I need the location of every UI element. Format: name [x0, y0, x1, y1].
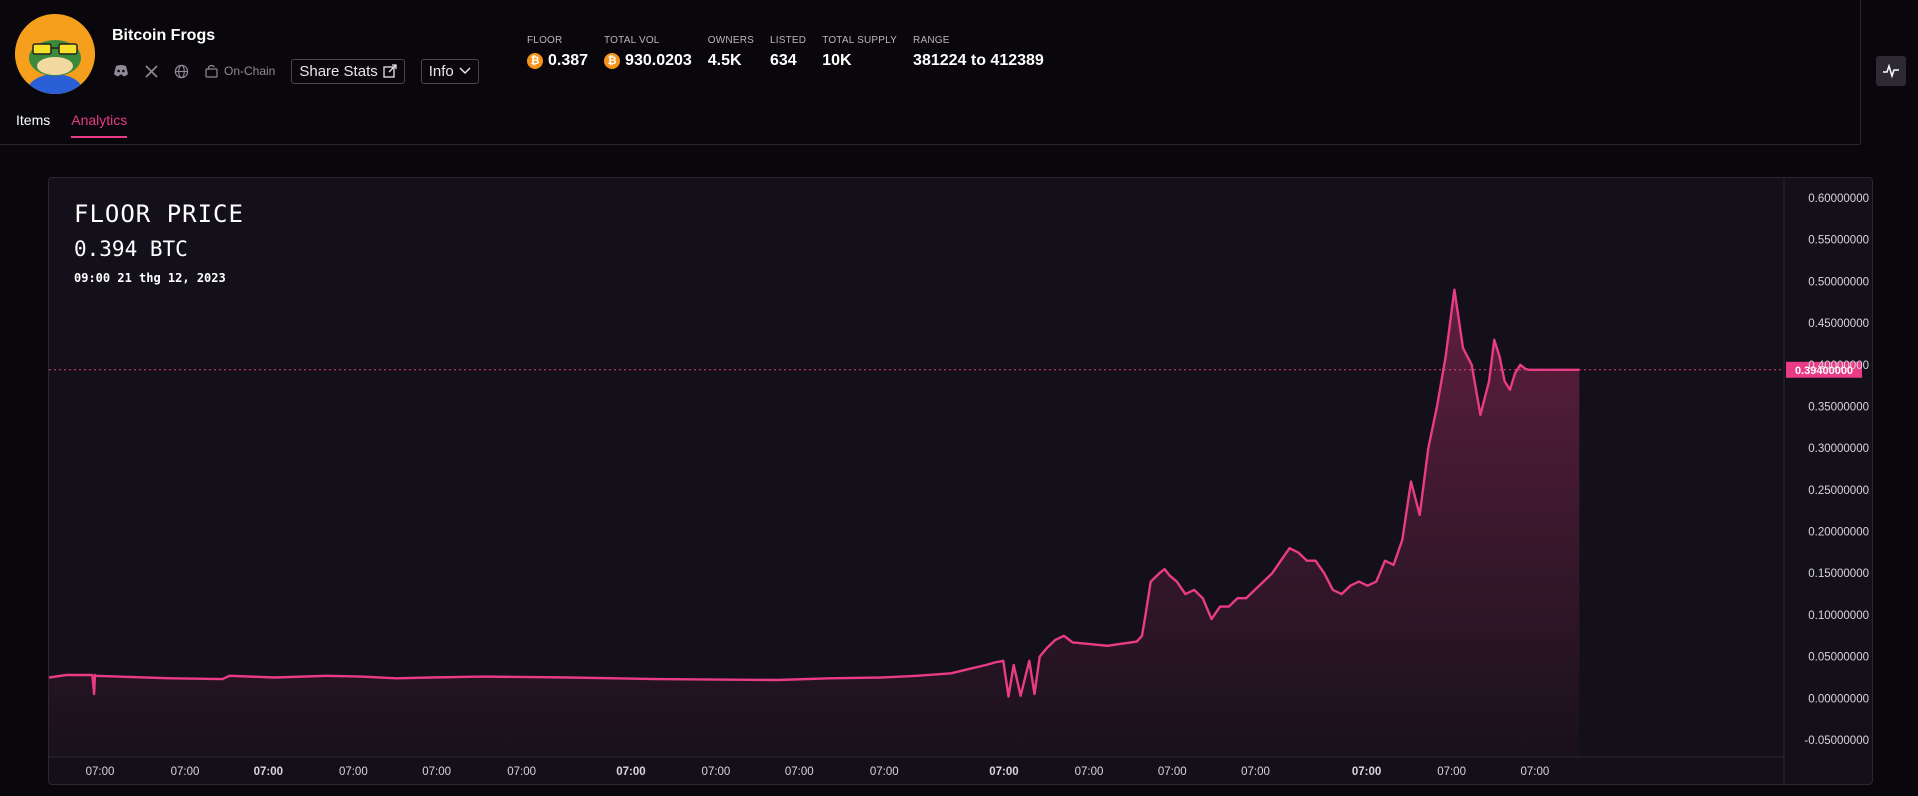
- stat-label: TOTAL VOL: [604, 35, 660, 46]
- discord-icon[interactable]: [112, 62, 130, 80]
- y-tick-label: 0.30000000: [1808, 443, 1869, 455]
- share-stats-label: Share Stats: [299, 62, 378, 80]
- onchain-icon: [202, 62, 220, 80]
- stat-value: 381224 to 412389: [913, 52, 1044, 70]
- collection-header: Bitcoin Frogs On-Chain Share Stats Info …: [0, 0, 1860, 144]
- stat-value-text: 10K: [822, 52, 852, 69]
- x-tick-label: 07:00: [1437, 766, 1466, 778]
- y-tick-label: 0.20000000: [1808, 527, 1869, 539]
- activity-pulse-icon: [1883, 64, 1899, 78]
- x-tick-label: 07:00: [702, 766, 731, 778]
- stat-floor: FLOOR ₿ 0.387: [527, 35, 588, 70]
- x-tick-label: 07:00: [1520, 766, 1549, 778]
- chart-header: FLOOR PRICE 0.394 BTC 09:00 21 thg 12, 2…: [74, 200, 244, 285]
- y-tick-label: 0.05000000: [1808, 652, 1869, 664]
- stat-total-vol: TOTAL VOL ₿ 930.0203: [604, 35, 692, 70]
- y-tick-label: -0.05000000: [1804, 735, 1869, 747]
- x-twitter-icon[interactable]: [142, 62, 160, 80]
- stat-value-text: 930.0203: [625, 52, 692, 69]
- header-divider: [0, 144, 1860, 145]
- y-tick-label: 0.00000000: [1808, 693, 1869, 705]
- x-tick-label: 07:00: [1158, 766, 1187, 778]
- stat-value: 634: [770, 52, 806, 70]
- stat-listed: LISTED 634: [770, 35, 806, 70]
- stat-value: 4.5K: [708, 52, 754, 70]
- collection-links: On-Chain Share Stats Info: [112, 58, 495, 84]
- chevron-down-icon: [459, 67, 471, 75]
- y-tick-label: 0.35000000: [1808, 401, 1869, 413]
- y-tick-label: 0.25000000: [1808, 485, 1869, 497]
- y-tick-label: 0.15000000: [1808, 568, 1869, 580]
- bitcoin-icon: ₿: [527, 53, 543, 69]
- x-tick-label: 07:00: [989, 766, 1018, 778]
- chart-current-value: 0.394 BTC: [74, 237, 188, 261]
- x-tick-label: 07:00: [1241, 766, 1270, 778]
- stat-value-text: 4.5K: [707, 52, 742, 69]
- sidebar-divider: [1860, 0, 1861, 144]
- tab-items[interactable]: Items: [16, 112, 50, 138]
- stat-label: FLOOR: [527, 35, 563, 46]
- stat-value: 10K: [822, 52, 897, 70]
- globe-icon[interactable]: [172, 62, 190, 80]
- info-dropdown-button[interactable]: Info: [420, 58, 479, 84]
- share-stats-button[interactable]: Share Stats: [291, 58, 405, 84]
- x-tick-label: 07:00: [171, 766, 200, 778]
- stat-range: RANGE 381224 to 412389: [913, 35, 1044, 70]
- y-tick-label: 0.55000000: [1808, 235, 1869, 247]
- stat-owners: OWNERS 4.5K: [708, 35, 754, 70]
- y-tick-label: 0.60000000: [1808, 193, 1869, 205]
- x-tick-label: 07:00: [870, 766, 899, 778]
- frog-logo-icon: [15, 14, 95, 94]
- stat-label: OWNERS: [707, 35, 754, 46]
- chart-title: FLOOR PRICE: [74, 200, 244, 228]
- onchain-label: On-Chain: [224, 64, 276, 78]
- stat-value: ₿ 0.387: [527, 52, 588, 70]
- x-tick-label: 07:00: [1075, 766, 1104, 778]
- x-tick-label: 07:00: [339, 766, 368, 778]
- share-icon: [383, 64, 397, 78]
- x-tick-label: 07:00: [422, 766, 451, 778]
- collection-name: Bitcoin Frogs: [112, 27, 216, 44]
- info-label: Info: [428, 62, 454, 80]
- x-tick-label: 07:00: [616, 766, 645, 778]
- stat-total-supply: TOTAL SUPPLY 10K: [822, 35, 897, 70]
- series-area: [49, 289, 1580, 757]
- bitcoin-icon: ₿: [604, 53, 621, 69]
- y-tick-label: 0.40000000: [1808, 360, 1869, 372]
- stat-value-text: 634: [769, 52, 797, 69]
- activity-toggle-button[interactable]: [1876, 56, 1906, 86]
- chart-canvas[interactable]: 0.394000000.600000000.550000000.50000000…: [49, 178, 1872, 784]
- stat-label: LISTED: [769, 35, 807, 46]
- x-tick-label: 07:00: [785, 766, 814, 778]
- y-tick-label: 0.50000000: [1808, 276, 1869, 288]
- onchain-badge: On-Chain: [202, 62, 275, 80]
- tab-analytics[interactable]: Analytics: [71, 112, 128, 138]
- stat-value-text: 0.387: [548, 52, 589, 69]
- collection-avatar: [15, 14, 95, 94]
- x-tick-label: 07:00: [86, 766, 115, 778]
- floor-price-chart[interactable]: 0.39400000 0.60000000 0.55000000 0.50000000…: [48, 177, 1873, 785]
- stat-value-text: 381224 to 412389: [913, 52, 1044, 69]
- x-tick-label: 07:00: [507, 766, 536, 778]
- tab-bar: Items Analytics: [16, 112, 148, 138]
- x-tick-label: 07:00: [1352, 766, 1381, 778]
- chart-timestamp: 09:00 21 thg 12, 2023: [74, 271, 226, 285]
- x-tick-label: 07:00: [254, 766, 283, 778]
- y-tick-label: 0.45000000: [1808, 318, 1869, 330]
- stat-value: ₿ 930.0203: [604, 52, 692, 70]
- collection-stats: FLOOR ₿ 0.387 TOTAL VOL ₿ 930.0203 OWNERS 4.5K L…: [527, 35, 1060, 70]
- stat-label: RANGE: [913, 35, 950, 46]
- y-tick-label: 0.10000000: [1808, 610, 1869, 622]
- stat-label: TOTAL SUPPLY: [822, 35, 898, 46]
